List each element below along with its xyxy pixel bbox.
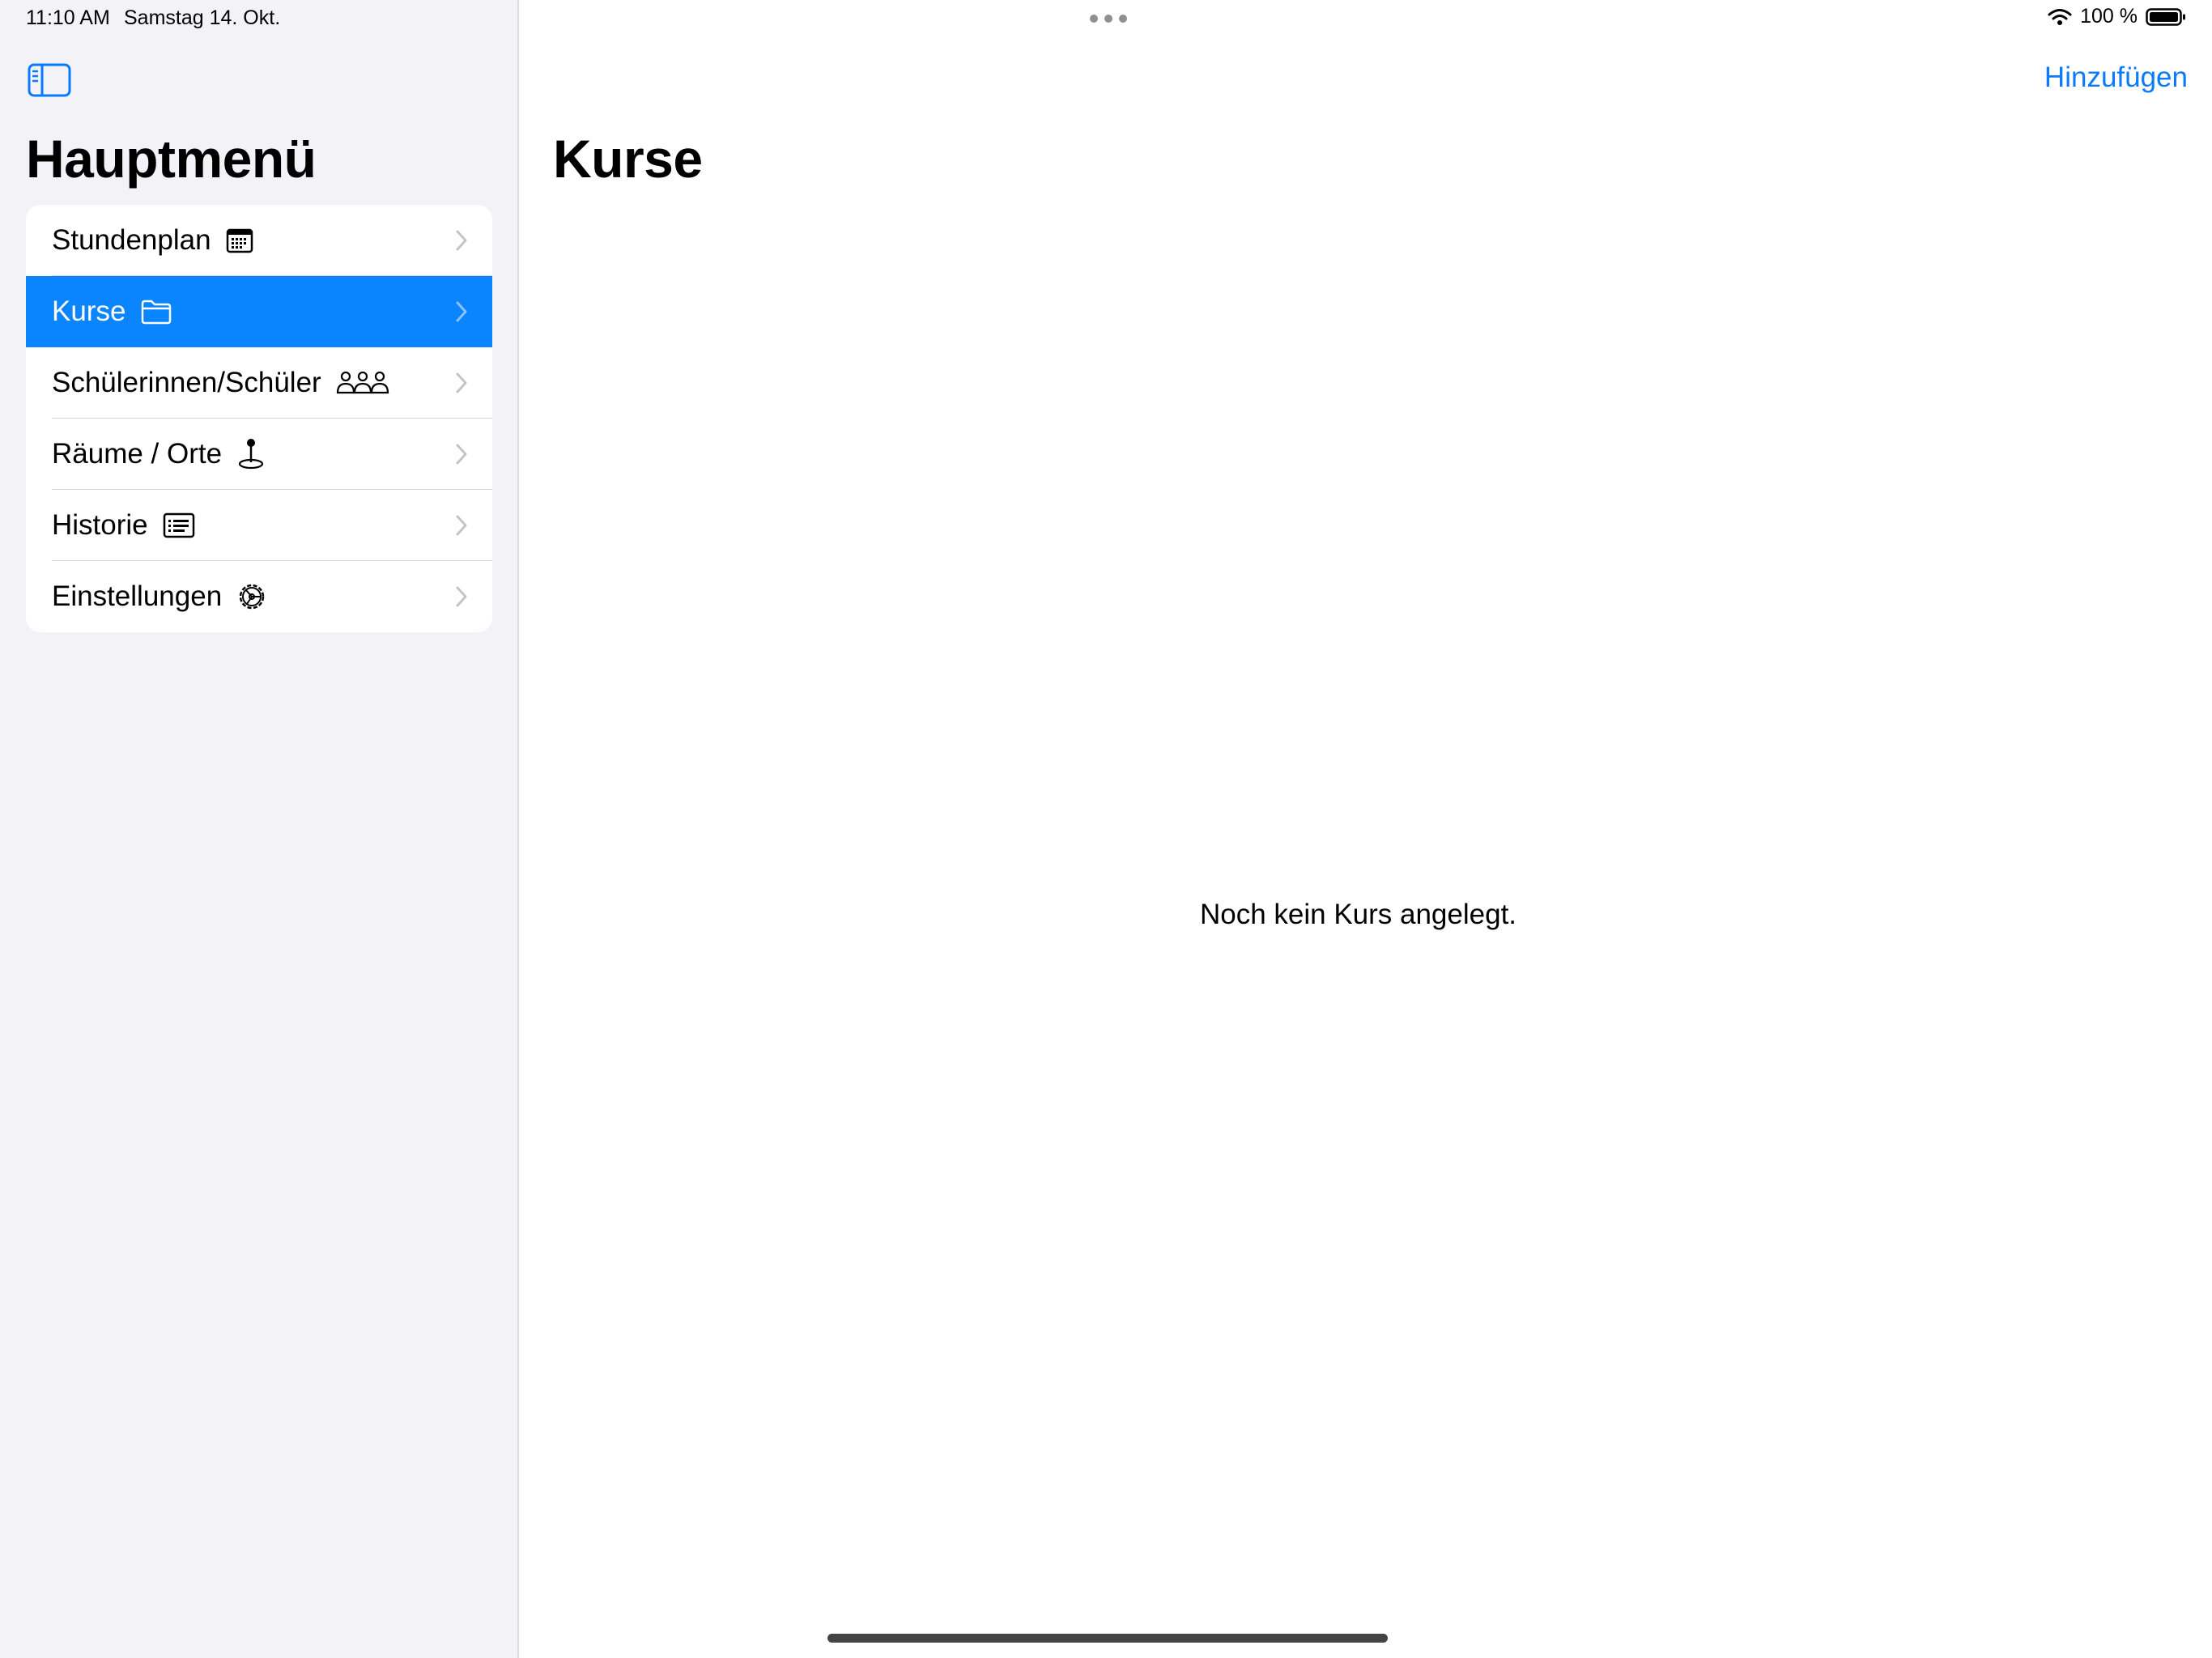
page-title: Kurse — [553, 129, 703, 189]
dot-icon — [1090, 15, 1098, 23]
main-menu: Stundenplan Kurse Schülerinnen/Schüler R… — [26, 205, 492, 632]
list-icon — [163, 512, 195, 538]
wifi-icon — [2048, 8, 2072, 25]
sidebar-icon — [28, 63, 71, 97]
menu-item-einstellungen[interactable]: Einstellungen — [26, 561, 492, 632]
menu-item-stundenplan[interactable]: Stundenplan — [26, 205, 492, 276]
menu-item-label: Stundenplan — [52, 224, 211, 256]
sidebar: 11:10 AM Samstag 14. Okt. Hauptmenü Stun… — [0, 0, 519, 1658]
menu-item-raeume[interactable]: Räume / Orte — [26, 419, 492, 490]
chevron-right-icon — [456, 230, 467, 251]
chevron-right-icon — [456, 515, 467, 536]
sidebar-toggle-button[interactable] — [28, 63, 71, 97]
chevron-right-icon — [456, 444, 467, 465]
folder-icon — [140, 299, 172, 325]
dot-icon — [1119, 15, 1127, 23]
status-bar-right: 100 % — [2048, 5, 2186, 28]
menu-item-label: Räume / Orte — [52, 438, 223, 470]
chevron-right-icon — [456, 372, 467, 393]
home-indicator[interactable] — [827, 1634, 1388, 1643]
status-time: 11:10 AM — [26, 6, 110, 29]
chevron-right-icon — [456, 586, 467, 607]
empty-state-message: Noch kein Kurs angelegt. — [1199, 899, 1517, 930]
menu-item-label: Kurse — [52, 295, 126, 327]
add-button[interactable]: Hinzufügen — [2044, 62, 2188, 94]
menu-item-label: Historie — [52, 509, 148, 541]
menu-item-historie[interactable]: Historie — [26, 490, 492, 561]
dot-icon — [1104, 15, 1112, 23]
battery-percent: 100 % — [2080, 5, 2138, 28]
map-pin-icon — [236, 438, 266, 470]
people-icon — [336, 370, 389, 396]
battery-icon — [2146, 7, 2185, 26]
menu-item-label: Einstellungen — [52, 580, 223, 612]
menu-item-label: Schülerinnen/Schüler — [52, 367, 321, 398]
menu-item-kurse[interactable]: Kurse — [26, 276, 492, 347]
menu-item-schueler[interactable]: Schülerinnen/Schüler — [26, 347, 492, 419]
sidebar-title: Hauptmenü — [26, 129, 317, 189]
calendar-icon — [226, 227, 253, 253]
gear-icon — [236, 581, 267, 612]
main-content: Hinzufügen Kurse Noch kein Kurs angelegt… — [521, 0, 2212, 1658]
status-date: Samstag 14. Okt. — [124, 6, 281, 29]
multitasking-menu-button[interactable] — [1090, 15, 1127, 23]
chevron-right-icon — [456, 301, 467, 322]
